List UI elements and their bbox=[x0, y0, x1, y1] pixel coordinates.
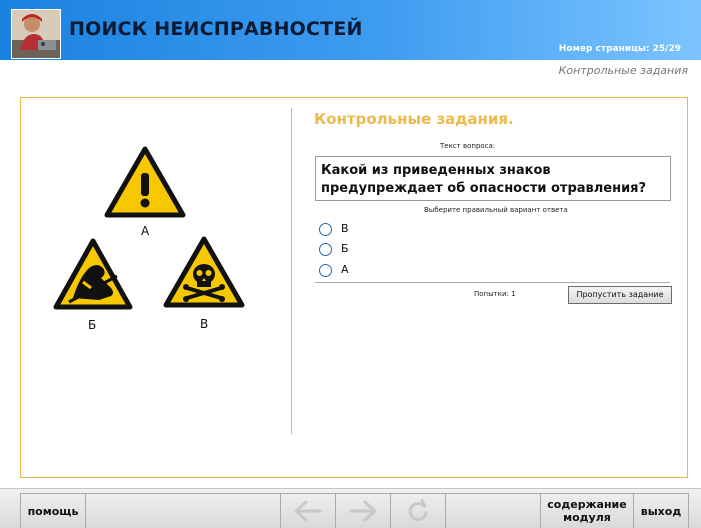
answer-option-b[interactable]: Б bbox=[319, 242, 379, 258]
footer-spacer bbox=[445, 493, 540, 528]
question-caption: Текст вопроса: bbox=[440, 142, 496, 150]
toxic-warning-icon bbox=[163, 236, 245, 308]
next-button[interactable] bbox=[335, 493, 390, 528]
sign-label-a: А bbox=[141, 224, 150, 238]
content-divider bbox=[291, 108, 292, 434]
footer-nav: помощь содержание модуля выход bbox=[0, 488, 701, 528]
help-button-label: помощь bbox=[27, 504, 79, 518]
footer-spacer bbox=[85, 493, 280, 528]
help-button[interactable]: помощь bbox=[20, 493, 85, 528]
exit-button-label: выход bbox=[640, 504, 682, 518]
arrow-left-icon bbox=[294, 500, 322, 522]
radio-circle-icon[interactable] bbox=[319, 264, 332, 277]
answer-caption: Выберите правильный вариант ответа bbox=[424, 206, 568, 214]
contents-button-label: содержание модуля bbox=[547, 498, 627, 524]
sign-label-b: Б bbox=[88, 318, 97, 332]
exclamation-warning-icon bbox=[104, 146, 186, 218]
answer-option-label: Б bbox=[341, 242, 349, 255]
exit-button[interactable]: выход bbox=[633, 493, 689, 528]
question-box: Какой из приведенных знаков предупреждае… bbox=[315, 156, 671, 201]
page-title: ПОИСК НЕИСПРАВНОСТЕЙ bbox=[69, 18, 363, 40]
skip-task-button[interactable]: Пропустить задание bbox=[568, 286, 672, 304]
technician-photo-icon bbox=[12, 10, 60, 58]
arrow-right-icon bbox=[349, 500, 377, 522]
electrostatic-warning-icon bbox=[53, 238, 133, 310]
radio-circle-icon[interactable] bbox=[319, 223, 332, 236]
answer-option-v[interactable]: В bbox=[319, 222, 379, 238]
reload-button[interactable] bbox=[390, 493, 445, 528]
refresh-icon bbox=[408, 498, 428, 521]
quiz-title: Контрольные задания. bbox=[314, 110, 514, 128]
answer-option-label: А bbox=[341, 263, 349, 276]
page-counter: Номер страницы: 25/29 bbox=[558, 44, 681, 54]
contents-button[interactable]: содержание модуля bbox=[540, 493, 633, 528]
answer-option-a[interactable]: А bbox=[319, 263, 379, 279]
answer-option-label: В bbox=[341, 222, 349, 235]
section-subtitle: Контрольные задания bbox=[558, 64, 688, 77]
radio-circle-icon[interactable] bbox=[319, 243, 332, 256]
question-text: Какой из приведенных знаков предупреждае… bbox=[321, 163, 647, 196]
attempts-counter: Попытки: 1 bbox=[474, 290, 516, 298]
back-button[interactable] bbox=[280, 493, 335, 528]
header-photo bbox=[11, 9, 61, 59]
answer-divider bbox=[315, 282, 670, 283]
sign-label-v: В bbox=[200, 317, 209, 331]
header-bar: ПОИСК НЕИСПРАВНОСТЕЙ Номер страницы: 25/… bbox=[0, 0, 701, 60]
